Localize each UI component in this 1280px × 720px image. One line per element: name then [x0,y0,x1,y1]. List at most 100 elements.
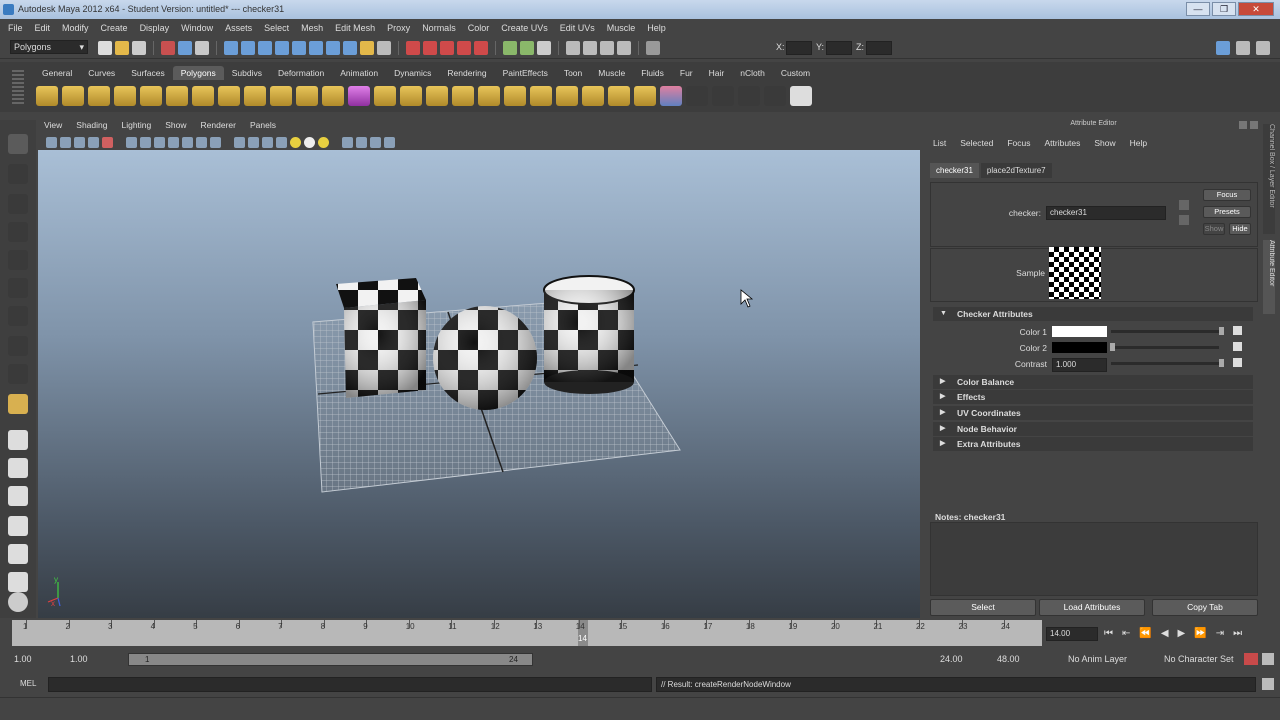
section-effects[interactable]: ▶ Effects [933,390,1253,404]
presets-button[interactable]: Presets [1203,206,1251,218]
lock-selection-icon[interactable] [360,41,374,55]
select-camera-icon[interactable] [46,136,57,148]
script-language-label[interactable]: MEL [20,679,36,688]
save-scene-icon[interactable] [132,41,146,55]
select-by-component-icon[interactable] [195,41,209,55]
ae-menu-attributes[interactable]: Attributes [1044,138,1080,148]
layout-persp-outliner-icon[interactable] [8,486,28,506]
shelf-tab-deformation[interactable]: Deformation [270,66,332,80]
transform-field-icon[interactable] [646,41,660,55]
move-tool-icon[interactable] [8,222,28,242]
make-live-icon[interactable] [474,41,488,55]
automatic-mapping-icon[interactable] [764,86,786,106]
menu-edit[interactable]: Edit [35,23,51,33]
mask-rendering-icon[interactable] [326,41,340,55]
ae-menu-list[interactable]: List [933,138,946,148]
snap-point-icon[interactable] [440,41,454,55]
shelf-tab-toon[interactable]: Toon [556,66,590,80]
focus-button[interactable]: Focus [1203,189,1251,201]
menu-create-uvs[interactable]: Create UVs [501,23,548,33]
output-ops-icon[interactable] [520,41,534,55]
auto-key-icon[interactable] [1244,653,1258,665]
mask-surfaces-icon[interactable] [275,41,289,55]
menu-muscle[interactable]: Muscle [607,23,636,33]
cylindrical-mapping-icon[interactable] [712,86,734,106]
menu-select[interactable]: Select [264,23,289,33]
last-tool-used-icon[interactable] [8,394,28,414]
layout-persp-graph-icon[interactable] [8,516,28,536]
all-lights-icon[interactable] [304,136,315,148]
smooth-proxy-icon[interactable] [348,86,370,106]
shelf-tab-animation[interactable]: Animation [332,66,386,80]
play-forwards-icon[interactable]: ▶ [1178,628,1186,639]
bridge-icon[interactable] [452,86,474,106]
construction-history-icon[interactable] [537,41,551,55]
poly-cylinder-icon[interactable] [88,86,110,106]
default-lighting-icon[interactable] [290,136,301,148]
hud-icon[interactable] [384,136,395,148]
show-attribute-editor-icon[interactable] [1236,41,1250,55]
current-frame-field[interactable]: 14.00 [1046,627,1098,641]
checker-sphere[interactable] [433,306,537,410]
poly-separate-icon[interactable] [322,86,344,106]
step-forward-key-icon[interactable]: ⏩ [1194,628,1206,639]
camera-attributes-icon[interactable] [60,136,71,148]
command-input[interactable] [48,677,652,692]
y-field[interactable] [826,41,852,55]
color1-slider-handle[interactable] [1219,327,1224,335]
snap-curve-icon[interactable] [423,41,437,55]
section-color-balance[interactable]: ▶ Color Balance [933,375,1253,389]
contrast-slider[interactable] [1111,362,1219,365]
menu-mesh[interactable]: Mesh [301,23,323,33]
menu-set-dropdown[interactable]: Polygons [10,40,88,54]
poly-sphere-icon[interactable] [36,86,58,106]
playback-start-field[interactable]: 1.00 [70,654,88,664]
select-tool-icon[interactable] [8,134,28,154]
notes-textarea[interactable] [930,522,1258,596]
render-view-icon[interactable] [566,41,580,55]
open-scene-icon[interactable] [115,41,129,55]
safe-title-icon[interactable] [210,136,221,148]
input-ops-icon[interactable] [503,41,517,55]
contrast-map-icon[interactable] [1233,358,1242,367]
playback-end-field[interactable]: 24.00 [940,654,963,664]
mask-handles-icon[interactable] [224,41,238,55]
xray-icon[interactable] [342,136,353,148]
panel-float-icon[interactable] [1239,121,1247,129]
ae-menu-show[interactable]: Show [1094,138,1115,148]
z-field[interactable] [866,41,892,55]
color2-slider[interactable] [1111,346,1219,349]
shelf-tab-custom[interactable]: Custom [773,66,818,80]
menu-normals[interactable]: Normals [422,23,456,33]
script-editor-icon[interactable] [1262,678,1274,690]
select-by-object-icon[interactable] [178,41,192,55]
shelf-tab-curves[interactable]: Curves [80,66,123,80]
viewport-menu-show[interactable]: Show [165,120,186,133]
section-uv-coordinates[interactable]: ▶ UV Coordinates [933,406,1253,420]
sculpt-geometry-icon[interactable] [660,86,682,106]
isolate-select-icon[interactable] [356,136,367,148]
shelf-tab-surfaces[interactable]: Surfaces [123,66,173,80]
highlight-selection-icon[interactable] [377,41,391,55]
append-to-polygon-icon[interactable] [504,86,526,106]
poly-cone-icon[interactable] [114,86,136,106]
load-attributes-button[interactable]: Load Attributes [1039,599,1145,616]
copy-tab-button[interactable]: Copy Tab [1152,599,1258,616]
range-slider[interactable]: 1 24 [128,653,533,666]
menu-edit-mesh[interactable]: Edit Mesh [335,23,375,33]
output-connection-icon[interactable] [1179,215,1189,225]
channel-box-side-tab[interactable]: Channel Box / Layer Editor [1263,124,1275,234]
gate-mask-icon[interactable] [168,136,179,148]
fill-hole-icon[interactable] [530,86,552,106]
color2-swatch[interactable] [1052,342,1107,353]
animation-start-field[interactable]: 1.00 [14,654,32,664]
hide-button[interactable]: Hide [1229,223,1251,235]
poly-helix-icon[interactable] [244,86,266,106]
select-button[interactable]: Select [930,599,1036,616]
render-frame-icon[interactable] [583,41,597,55]
show-channel-box-icon[interactable] [1256,41,1270,55]
wireframe-icon[interactable] [234,136,245,148]
color2-map-icon[interactable] [1233,342,1242,351]
render-settings-icon[interactable] [617,41,631,55]
uv-texture-editor-icon[interactable] [790,86,812,106]
